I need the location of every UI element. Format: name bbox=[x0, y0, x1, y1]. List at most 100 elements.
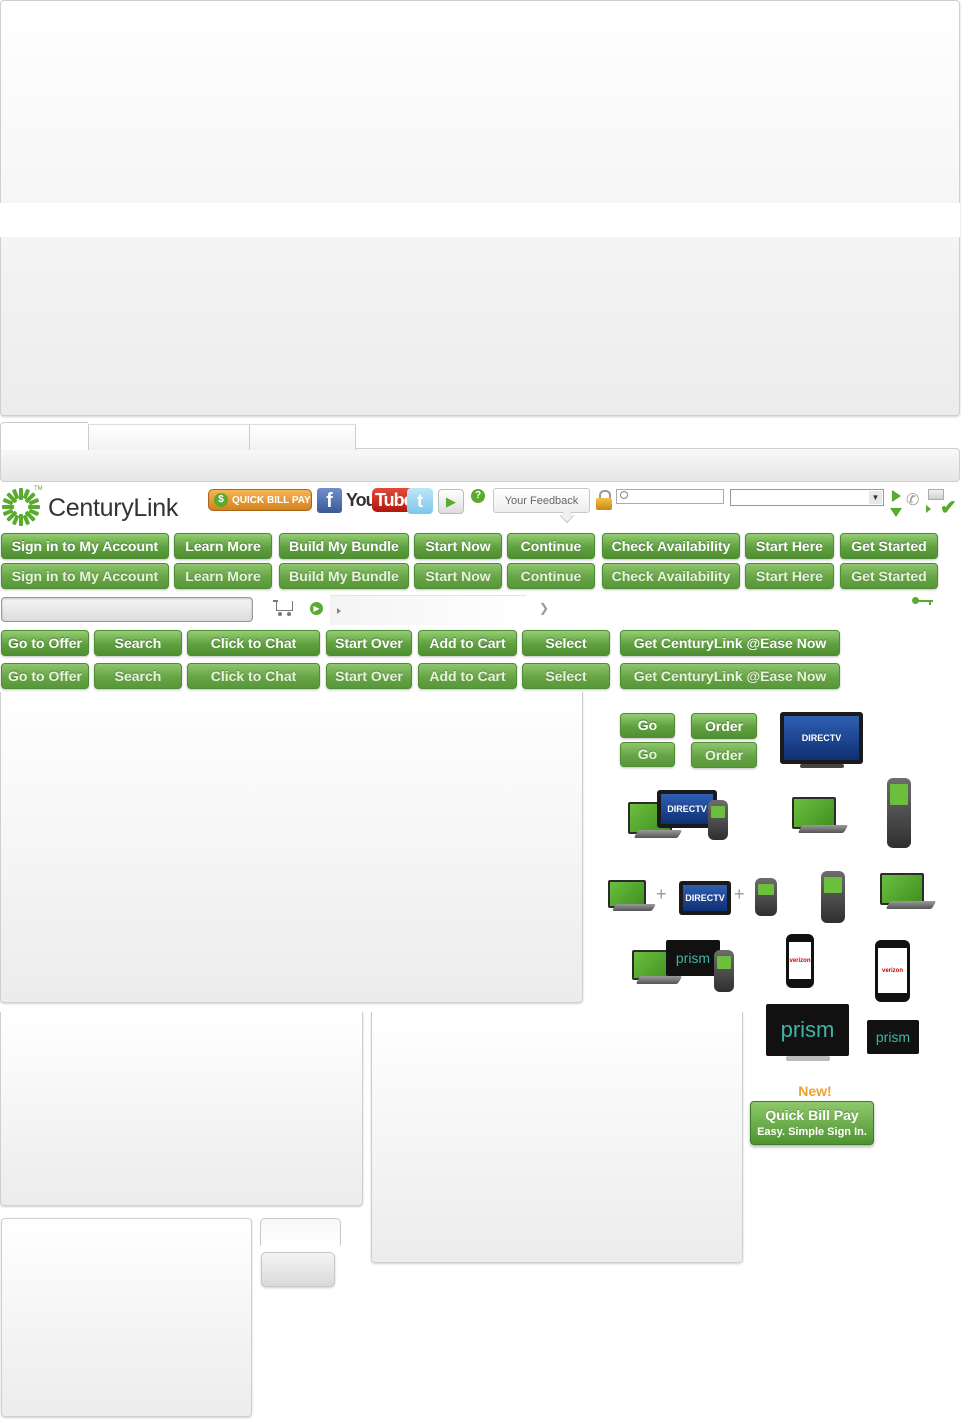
main-content-panel bbox=[0, 692, 583, 1003]
cordless-phone-image bbox=[887, 778, 911, 848]
tab-shape-2[interactable] bbox=[261, 1252, 335, 1287]
plus-sign-1: + bbox=[656, 884, 667, 904]
tab-strip bbox=[0, 422, 960, 482]
search-input[interactable] bbox=[616, 489, 724, 504]
chevron-right-icon[interactable]: ❯ bbox=[539, 601, 549, 615]
left-lower-panel bbox=[0, 1012, 363, 1206]
iphone-image-1: verizon bbox=[786, 934, 814, 988]
get-centurylink-ease-button-hover[interactable]: Get CenturyLink @Ease Now bbox=[620, 663, 840, 689]
get-started-button-hover[interactable]: Get Started bbox=[840, 563, 938, 589]
prism-tv-image: prism bbox=[766, 1004, 849, 1056]
cordless-phone-image-2 bbox=[821, 871, 845, 923]
key-icon bbox=[912, 597, 934, 605]
prism-tv-label: prism bbox=[780, 1017, 835, 1042]
laptop-image-2 bbox=[880, 873, 950, 919]
help-icon[interactable]: ? bbox=[471, 489, 485, 503]
promo-title: Quick Bill Pay bbox=[765, 1107, 859, 1123]
youtube-icon[interactable]: You Tube bbox=[346, 488, 416, 514]
plus-directv-label: DIRECTV bbox=[685, 893, 725, 903]
sign-in-button-hover[interactable]: Sign in to My Account bbox=[1, 563, 169, 589]
bottom-left-panel bbox=[1, 1218, 252, 1417]
tab-shape-1[interactable] bbox=[260, 1218, 341, 1246]
start-here-button[interactable]: Start Here bbox=[745, 533, 834, 559]
click-to-chat-button[interactable]: Click to Chat bbox=[187, 630, 320, 656]
feedback-button[interactable]: Your Feedback bbox=[493, 488, 590, 513]
breadcrumb-arrow-icon bbox=[337, 608, 341, 614]
start-here-button-hover[interactable]: Start Here bbox=[745, 563, 834, 589]
bundle-directv-label: DIRECTV bbox=[667, 804, 707, 814]
plus-sign-2: + bbox=[734, 884, 745, 904]
sign-in-button[interactable]: Sign in to My Account bbox=[1, 533, 169, 559]
build-my-bundle-button-hover[interactable]: Build My Bundle bbox=[279, 563, 409, 589]
chevron-down-icon: ▼ bbox=[869, 491, 882, 504]
check-availability-button-hover[interactable]: Check Availability bbox=[602, 563, 740, 589]
lock-icon bbox=[596, 490, 612, 510]
start-now-button[interactable]: Start Now bbox=[414, 533, 502, 559]
tab-2[interactable] bbox=[88, 424, 249, 450]
order-button-hover[interactable]: Order bbox=[691, 742, 757, 768]
select-button[interactable]: Select bbox=[522, 630, 610, 656]
learn-more-button[interactable]: Learn More bbox=[174, 533, 272, 559]
logo-wordmark: CenturyLink bbox=[48, 494, 179, 522]
feedback-label: Your Feedback bbox=[504, 495, 579, 507]
learn-more-button-hover[interactable]: Learn More bbox=[174, 563, 272, 589]
laptop-image bbox=[792, 797, 864, 843]
breadcrumb bbox=[330, 595, 526, 625]
tab-1[interactable] bbox=[0, 422, 88, 450]
circle-arrow-icon[interactable]: ▶ bbox=[310, 602, 323, 615]
go-button-hover[interactable]: Go bbox=[620, 742, 675, 767]
continue-button[interactable]: Continue bbox=[507, 533, 595, 559]
search-button-hover[interactable]: Search bbox=[94, 663, 182, 689]
tv-stand bbox=[800, 764, 844, 768]
facebook-icon[interactable]: f bbox=[317, 488, 342, 513]
check-availability-button[interactable]: Check Availability bbox=[602, 533, 740, 559]
go-to-offer-button[interactable]: Go to Offer bbox=[1, 630, 89, 656]
search-button[interactable]: Search bbox=[94, 630, 182, 656]
plus-directv-image: DIRECTV bbox=[679, 881, 731, 915]
plus-phone-image bbox=[755, 878, 777, 916]
logo-tm: TM bbox=[34, 486, 43, 492]
start-now-button-hover[interactable]: Start Now bbox=[414, 563, 502, 589]
prism-bundle-label: prism bbox=[675, 950, 711, 966]
middle-lower-panel bbox=[371, 1012, 743, 1263]
text-input[interactable] bbox=[1, 597, 253, 622]
prism-bundle-phone-image bbox=[714, 950, 734, 992]
checkmark-icon: ✔ bbox=[940, 497, 957, 519]
dollar-coin-icon: $ bbox=[214, 493, 228, 507]
get-started-button[interactable]: Get Started bbox=[840, 533, 938, 559]
tab-strip-bar bbox=[0, 448, 960, 482]
centurylink-logo[interactable]: TM CenturyLink bbox=[0, 486, 205, 528]
small-arrow-icon bbox=[926, 505, 931, 513]
select-button-hover[interactable]: Select bbox=[522, 663, 610, 689]
new-label: New! bbox=[798, 1083, 832, 1099]
dropdown-select[interactable]: ▼ bbox=[730, 489, 884, 506]
arrow-right-button[interactable]: ▶ bbox=[438, 489, 464, 514]
logo-starburst-icon bbox=[2, 488, 40, 526]
continue-button-hover[interactable]: Continue bbox=[507, 563, 595, 589]
add-to-cart-button[interactable]: Add to Cart bbox=[418, 630, 517, 656]
iphone-image-2: verizon bbox=[875, 940, 910, 1002]
start-over-button-hover[interactable]: Start Over bbox=[326, 663, 412, 689]
promo-subtitle: Easy. Simple Sign In. bbox=[757, 1126, 867, 1138]
panel-divider bbox=[0, 203, 960, 237]
verizon-label-1: verizon bbox=[789, 957, 811, 964]
tab-3[interactable] bbox=[249, 424, 356, 450]
go-button[interactable]: Go bbox=[620, 713, 675, 738]
add-to-cart-button-hover[interactable]: Add to Cart bbox=[418, 663, 517, 689]
quick-bill-pay-badge[interactable]: $ QUICK BILL PAY bbox=[208, 489, 312, 511]
click-to-chat-button-hover[interactable]: Click to Chat bbox=[187, 663, 320, 689]
order-button[interactable]: Order bbox=[691, 713, 757, 739]
prism-tv-small-image: prism bbox=[867, 1020, 919, 1054]
shopping-cart-icon[interactable] bbox=[273, 598, 295, 618]
quick-bill-pay-badge-label: QUICK BILL PAY bbox=[232, 494, 311, 506]
phone-icon: ✆ bbox=[906, 492, 920, 509]
get-centurylink-ease-button[interactable]: Get CenturyLink @Ease Now bbox=[620, 630, 840, 656]
prism-tv-stand bbox=[786, 1056, 830, 1061]
build-my-bundle-button[interactable]: Build My Bundle bbox=[279, 533, 409, 559]
start-over-button[interactable]: Start Over bbox=[326, 630, 412, 656]
arrow-down-right-icon bbox=[890, 490, 904, 518]
go-to-offer-button-hover[interactable]: Go to Offer bbox=[1, 663, 89, 689]
search-icon bbox=[620, 491, 628, 499]
quick-bill-pay-promo[interactable]: Quick Bill Pay Easy. Simple Sign In. bbox=[750, 1101, 874, 1145]
twitter-icon[interactable]: t bbox=[407, 488, 433, 514]
